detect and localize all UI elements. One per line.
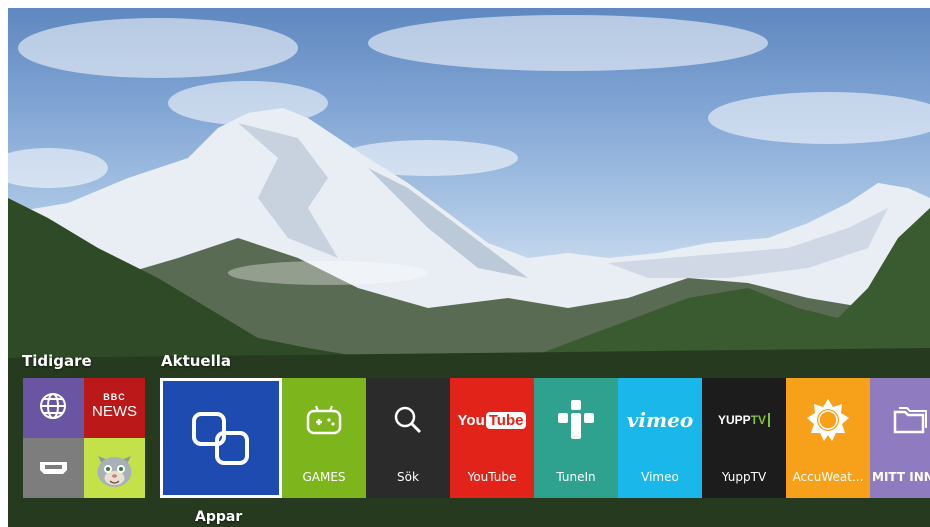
- vimeo-label: Vimeo: [641, 470, 679, 484]
- search-icon: [366, 400, 450, 440]
- gamepad-icon: [282, 400, 366, 440]
- sun-icon: [786, 399, 870, 441]
- tv-home-screen: Tidigare Aktuella BBC NEWS Appar GAMES S…: [8, 8, 930, 527]
- yupptv-logo: YUPP TV: [702, 400, 786, 440]
- search-tile[interactable]: Sök: [366, 378, 450, 498]
- talking-tom-cat-icon: [97, 456, 132, 487]
- bbc-news-tile[interactable]: BBC NEWS: [84, 378, 145, 438]
- vimeo-logo: vimeo: [626, 408, 694, 432]
- web-browser-tile[interactable]: [23, 378, 84, 438]
- accuweather-tile[interactable]: AccuWeat...: [786, 378, 870, 498]
- news-logo-text: NEWS: [92, 403, 137, 420]
- tunein-label: TuneIn: [556, 470, 596, 484]
- globe-icon: [40, 393, 66, 419]
- folder-icon: [870, 400, 930, 440]
- apps-tile-focused[interactable]: [160, 378, 282, 498]
- accuweather-label: AccuWeat...: [792, 470, 864, 484]
- vimeo-tile[interactable]: vimeo Vimeo: [618, 378, 702, 498]
- youtube-label: YouTube: [467, 470, 517, 484]
- my-content-tile[interactable]: MITT INNEHÅLL: [870, 378, 930, 498]
- tunein-icon: [534, 400, 618, 440]
- hdmi-source-tile[interactable]: [23, 438, 84, 498]
- yupptv-label: YuppTV: [721, 470, 767, 484]
- current-section-label: Aktuella: [161, 352, 232, 370]
- games-tile[interactable]: GAMES: [282, 378, 366, 498]
- yupptv-tile[interactable]: YUPP TV YuppTV: [702, 378, 786, 498]
- apps-icon: [192, 412, 249, 465]
- talking-tom-tile[interactable]: [84, 438, 145, 498]
- previous-section-label: Tidigare: [22, 352, 92, 370]
- my-content-label: MITT INNEHÅLL: [872, 470, 930, 484]
- youtube-tile[interactable]: You Tube YouTube: [450, 378, 534, 498]
- previous-apps-grid: BBC NEWS: [23, 378, 145, 498]
- hdmi-icon: [40, 462, 67, 474]
- focused-tile-label: Appar: [195, 509, 243, 525]
- tunein-tile[interactable]: TuneIn: [534, 378, 618, 498]
- bbc-logo-text: BBC: [103, 392, 126, 402]
- games-label: GAMES: [302, 470, 346, 484]
- search-label: Sök: [397, 470, 419, 484]
- youtube-logo: You Tube: [450, 400, 534, 440]
